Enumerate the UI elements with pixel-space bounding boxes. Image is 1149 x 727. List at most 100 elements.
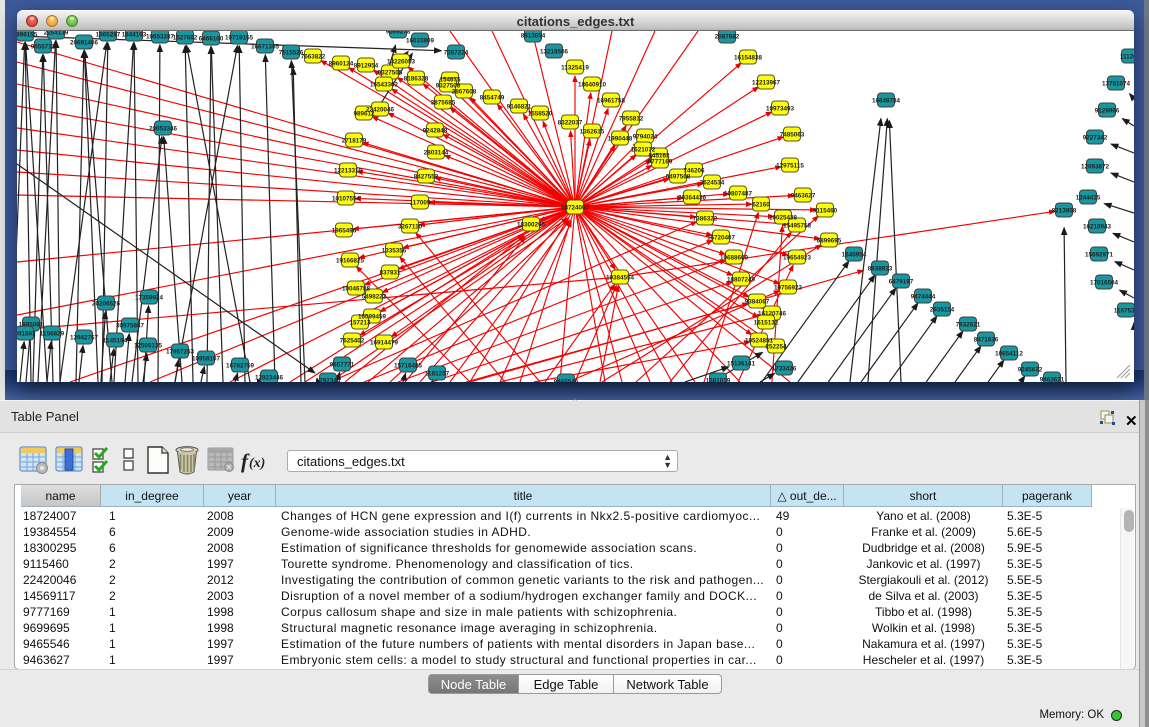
svg-text:6497568: 6497568 bbox=[666, 174, 691, 181]
svg-text:17016504: 17016504 bbox=[1090, 280, 1119, 287]
svg-text:10958107: 10958107 bbox=[192, 356, 221, 363]
svg-text:17359924: 17359924 bbox=[135, 295, 164, 302]
svg-text:2803144: 2803144 bbox=[424, 150, 449, 157]
svg-text:9146821: 9146821 bbox=[507, 104, 532, 111]
svg-text:1065287: 1065287 bbox=[96, 32, 121, 39]
svg-text:10973493: 10973493 bbox=[766, 106, 795, 113]
svg-text:1145194: 1145194 bbox=[103, 338, 128, 345]
svg-text:9463621: 9463621 bbox=[1040, 377, 1065, 383]
svg-text:1895061: 1895061 bbox=[19, 322, 44, 329]
svg-text:20691406: 20691406 bbox=[70, 40, 99, 47]
svg-text:9474444: 9474444 bbox=[911, 294, 936, 301]
svg-text:9115460: 9115460 bbox=[813, 208, 838, 215]
svg-text:1244415: 1244415 bbox=[1076, 195, 1101, 202]
svg-text:19654923: 19654923 bbox=[783, 255, 812, 262]
svg-text:6466160: 6466160 bbox=[199, 36, 224, 43]
svg-text:16210943: 16210943 bbox=[1083, 224, 1112, 231]
svg-text:19384554: 19384554 bbox=[606, 275, 635, 282]
svg-text:16648784: 16648784 bbox=[872, 98, 901, 105]
svg-text:(x): (x) bbox=[249, 456, 265, 471]
svg-text:8322037: 8322037 bbox=[558, 120, 583, 127]
svg-text:2718179: 2718179 bbox=[342, 138, 367, 145]
svg-text:12505135: 12505135 bbox=[134, 343, 163, 350]
svg-text:9327505: 9327505 bbox=[378, 70, 403, 77]
svg-text:3624534: 3624534 bbox=[700, 180, 725, 187]
svg-text:8912954: 8912954 bbox=[354, 63, 379, 70]
svg-text:391591: 391591 bbox=[17, 331, 36, 338]
svg-text:12213319: 12213319 bbox=[334, 168, 363, 175]
svg-text:1167534: 1167534 bbox=[1114, 308, 1134, 315]
svg-text:20053346: 20053346 bbox=[149, 126, 178, 133]
svg-text:12093872: 12093872 bbox=[1081, 164, 1110, 171]
svg-text:9055712: 9055712 bbox=[31, 44, 56, 51]
svg-text:1156829: 1156829 bbox=[40, 331, 65, 338]
svg-text:13751074: 13751074 bbox=[1102, 81, 1131, 88]
svg-text:16671355: 16671355 bbox=[251, 44, 280, 51]
svg-text:157213: 157213 bbox=[349, 320, 371, 327]
svg-text:7485063: 7485063 bbox=[780, 132, 805, 139]
svg-text:13218506: 13218506 bbox=[540, 49, 569, 56]
svg-text:8454749: 8454749 bbox=[480, 95, 505, 102]
svg-text:8960124: 8960124 bbox=[329, 61, 354, 68]
svg-text:746206: 746206 bbox=[683, 168, 705, 175]
svg-text:20364436: 20364436 bbox=[678, 195, 707, 202]
svg-text:9227342: 9227342 bbox=[1083, 135, 1108, 142]
svg-text:2935114: 2935114 bbox=[930, 307, 955, 314]
svg-text:9129966: 9129966 bbox=[1095, 108, 1120, 115]
svg-text:8427552: 8427552 bbox=[414, 174, 439, 181]
svg-text:1844193: 1844193 bbox=[122, 32, 147, 39]
svg-text:8186328: 8186328 bbox=[404, 76, 429, 83]
svg-text:1181257: 1181257 bbox=[425, 371, 450, 378]
svg-text:17957253: 17957253 bbox=[166, 349, 195, 356]
svg-text:111267: 111267 bbox=[1120, 54, 1134, 61]
svg-text:12975115: 12975115 bbox=[776, 163, 804, 170]
svg-text:16154838: 16154838 bbox=[734, 55, 763, 62]
svg-text:19166825: 19166825 bbox=[336, 258, 365, 265]
svg-text:13226053: 13226053 bbox=[387, 59, 416, 66]
svg-text:7625402: 7625402 bbox=[340, 338, 365, 345]
svg-text:9657771: 9657771 bbox=[330, 362, 355, 369]
svg-text:10653287: 10653287 bbox=[146, 34, 175, 41]
svg-text:7632621: 7632621 bbox=[956, 322, 981, 329]
svg-text:7955812: 7955812 bbox=[619, 116, 644, 123]
svg-text:15692971: 15692971 bbox=[1085, 252, 1114, 259]
svg-text:10107554: 10107554 bbox=[332, 196, 361, 203]
svg-text:8938913: 8938913 bbox=[868, 266, 893, 273]
svg-text:1527602: 1527602 bbox=[173, 35, 198, 42]
svg-text:16120746: 16120746 bbox=[758, 311, 787, 318]
svg-text:62160: 62160 bbox=[752, 202, 770, 209]
svg-text:18724007: 18724007 bbox=[561, 205, 590, 212]
svg-text:10688609: 10688609 bbox=[720, 255, 749, 262]
svg-text:12923446: 12923446 bbox=[255, 375, 284, 382]
svg-text:12213967: 12213967 bbox=[752, 80, 781, 87]
svg-text:7663822: 7663822 bbox=[301, 54, 326, 61]
svg-text:8471636: 8471636 bbox=[974, 337, 999, 344]
svg-text:15495758: 15495758 bbox=[783, 223, 812, 230]
svg-text:1640954: 1640954 bbox=[842, 252, 867, 259]
svg-text:1335356: 1335356 bbox=[382, 248, 407, 255]
svg-text:2867608: 2867608 bbox=[452, 89, 477, 96]
svg-text:16543362: 16543362 bbox=[370, 82, 399, 89]
svg-text:16782759: 16782759 bbox=[226, 363, 255, 370]
svg-text:20206526: 20206526 bbox=[92, 301, 121, 308]
svg-text:10719155: 10719155 bbox=[225, 35, 254, 42]
svg-text:10046788: 10046788 bbox=[342, 286, 371, 293]
svg-text:16033809: 16033809 bbox=[406, 38, 435, 45]
svg-text:12942757: 12942757 bbox=[70, 335, 99, 342]
svg-text:10807487: 10807487 bbox=[724, 191, 753, 198]
svg-text:30975867: 30975867 bbox=[116, 323, 145, 330]
svg-text:6899695: 6899695 bbox=[817, 238, 842, 245]
svg-text:18640910: 18640910 bbox=[578, 82, 607, 89]
svg-text:2087682: 2087682 bbox=[715, 34, 740, 41]
svg-text:1361019: 1361019 bbox=[706, 378, 731, 383]
svg-text:8813054: 8813054 bbox=[521, 33, 546, 40]
svg-text:5498222: 5498222 bbox=[362, 294, 387, 301]
svg-text:15720407: 15720407 bbox=[707, 235, 736, 242]
svg-text:6479197: 6479197 bbox=[889, 279, 914, 286]
svg-text:252254: 252254 bbox=[765, 344, 787, 351]
svg-text:1558520: 1558520 bbox=[528, 111, 553, 118]
svg-text:11325419: 11325419 bbox=[561, 65, 589, 72]
svg-text:1990448: 1990448 bbox=[608, 136, 633, 143]
svg-text:18300295: 18300295 bbox=[517, 222, 546, 229]
svg-text:16961758: 16961758 bbox=[597, 98, 626, 105]
